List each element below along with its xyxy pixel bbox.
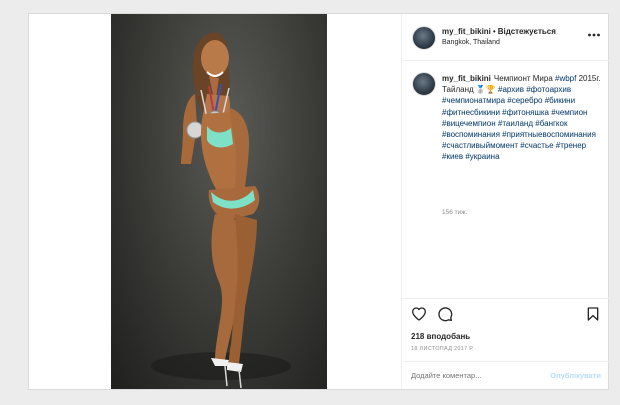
hashtag-link[interactable]: #бангкок [535,119,567,128]
more-horizontal-icon[interactable] [587,28,601,42]
hashtag-link[interactable]: #приятныевоспоминания [502,130,596,139]
post-actions: 218 вподобань 18 ЛИСТОПАД 2017 Р. Опублі… [402,298,609,391]
post-header: my_fit_bikini • Відстежується Bangkok, Tha… [402,14,609,61]
post-media [29,14,401,389]
add-comment-row: Опублікувати [402,361,609,391]
post-side-panel: my_fit_bikini • Відстежується Bangkok, Tha… [401,14,609,389]
avatar[interactable] [412,72,436,96]
comment-bubble-icon[interactable] [437,306,453,322]
hashtag-link[interactable]: #фитнесбикини [442,108,500,117]
hashtag-link[interactable]: #чемпион [551,108,587,117]
hashtag-link[interactable]: #фотоархив [526,85,571,94]
post-date: 18 ЛИСТОПАД 2017 Р. [411,346,475,352]
hashtag-link[interactable]: #бикини [545,96,575,105]
caption-username-link[interactable]: my_fit_bikini [442,74,491,83]
heart-icon[interactable] [411,306,427,322]
comment-input[interactable] [411,371,541,380]
hashtag-link[interactable]: #чемпионатмира [442,96,505,105]
hashtag-link[interactable]: #украина [465,152,499,161]
post-caption: my_fit_bikini Чемпионт Мира #wbpf 2015г. … [442,73,602,163]
instagram-post: my_fit_bikini • Відстежується Bangkok, Tha… [28,13,609,390]
caption-time-ago: 156 тиж. [442,209,468,216]
hashtag-link[interactable]: #серебро [507,96,542,105]
bikini-athlete-photo [151,32,291,389]
hashtag-link[interactable]: #тренер [556,141,586,150]
location-link[interactable]: Bangkok, Thailand [442,39,500,46]
avatar[interactable] [412,26,436,50]
hashtag-link[interactable]: #wbpf [555,74,576,83]
username-link[interactable]: my_fit_bikini [442,27,491,36]
post-photo[interactable] [111,14,327,389]
caption-body: Чемпионт Мира #wbpf 2015г. Тайланд 🥈🏆 #а… [442,74,601,161]
bookmark-icon[interactable] [585,306,601,322]
comments-area: my_fit_bikini Чемпионт Мира #wbpf 2015г. … [402,60,609,298]
hashtag-link[interactable]: #фитоняшка [502,108,549,117]
hashtag-link[interactable]: #счастье [520,141,553,150]
likes-count[interactable]: 218 вподобань [411,332,470,341]
hashtag-link[interactable]: #таиланд [498,119,533,128]
hashtag-link[interactable]: #воспоминания [442,130,500,139]
hashtag-link[interactable]: #архив [498,85,524,94]
hashtag-link[interactable]: #счастливыймомент [442,141,518,150]
hashtag-link[interactable]: #киев [442,152,463,161]
follow-status-button[interactable]: Відстежується [498,27,556,36]
publish-button[interactable]: Опублікувати [550,371,601,380]
caption-text: Чемпионт Мира [493,74,555,83]
separator-dot: • [492,27,496,36]
header-user-line: my_fit_bikini • Відстежується [442,27,556,36]
hashtag-link[interactable]: #вицечемпион [442,119,496,128]
